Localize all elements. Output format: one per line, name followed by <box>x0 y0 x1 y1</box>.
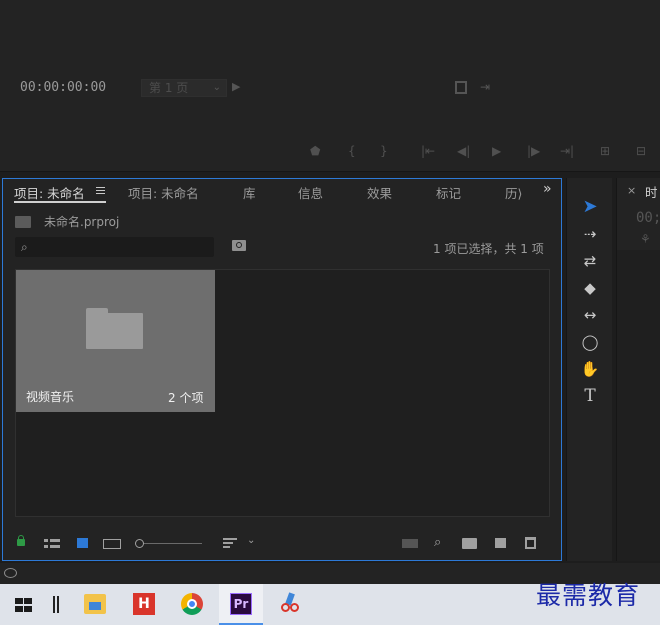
playhead-timecode[interactable]: 00:00:00:00 <box>20 80 106 95</box>
taskbar-premiere[interactable]: Pr <box>219 584 263 625</box>
bin-tile[interactable]: 视频音乐 2 个项 <box>16 270 215 412</box>
overwrite-icon[interactable]: ⊟ <box>636 144 646 158</box>
program-monitor: 00:00:00:00 第 1 页 ⌄ ▶ ⇥ ⬟ { } |⇤ ◀| ▶ |▶… <box>0 0 660 172</box>
trash-icon[interactable] <box>525 537 536 549</box>
new-bin-icon[interactable] <box>462 538 477 549</box>
tab-timeline[interactable]: 时 <box>645 182 658 201</box>
sort-icon[interactable] <box>223 538 237 549</box>
timeline-panel: × 时 00;0 ⚘ <box>616 178 660 561</box>
lock-icon[interactable] <box>17 535 25 546</box>
premiere-pro-icon: Pr <box>230 593 252 615</box>
bin-item-count: 2 个项 <box>168 391 204 405</box>
slip-tool-icon[interactable]: ↔ <box>578 304 602 326</box>
selection-tool-icon[interactable]: ➤ <box>578 196 602 218</box>
track-select-tool-icon[interactable]: ⇢ <box>578 223 602 245</box>
watermark-text: 最需教育 <box>536 581 641 610</box>
bin-name: 视频音乐 <box>26 390 75 404</box>
find-icon[interactable]: ⌕ <box>434 535 441 550</box>
file-explorer-icon <box>84 594 106 614</box>
project-file-name: 未命名.prproj <box>44 215 120 229</box>
task-view-icon[interactable] <box>53 596 59 613</box>
mark-out-icon[interactable]: } <box>380 144 388 158</box>
ellipse-tool-icon[interactable]: ◯ <box>578 331 602 353</box>
timeline-timecode[interactable]: 00;0 <box>636 210 660 226</box>
export-frame-icon[interactable] <box>455 81 467 94</box>
close-icon[interactable]: × <box>627 184 636 197</box>
search-icon: ⌕ <box>21 240 28 254</box>
timeline-track-area <box>617 250 660 561</box>
play-icon[interactable]: ▶ <box>492 144 501 158</box>
chrome-icon <box>181 593 203 615</box>
razor-tool-icon[interactable]: ◆ <box>578 277 602 299</box>
tools-panel: ➤ ⇢ ⇄ ◆ ↔ ◯ ✋ T <box>566 178 612 561</box>
windows-start-icon[interactable] <box>15 598 32 612</box>
selection-status: 1 项已选择，共 1 项 <box>433 242 544 256</box>
automate-to-sequence-icon[interactable] <box>402 539 418 548</box>
page-dropdown-value: 第 1 页 <box>149 81 189 95</box>
chevron-down-icon[interactable]: ⌄ <box>247 535 255 546</box>
ripple-edit-tool-icon[interactable]: ⇄ <box>578 250 602 272</box>
taskbar-tool-app[interactable] <box>268 584 312 625</box>
icon-view-icon[interactable] <box>77 538 88 548</box>
hbuilder-icon: H <box>133 593 155 615</box>
type-tool-icon[interactable]: T <box>578 385 602 407</box>
tab-overflow-icon[interactable]: » <box>543 181 552 197</box>
taskbar-explorer[interactable] <box>73 584 117 625</box>
project-item-grid: 视频音乐 2 个项 <box>15 269 550 517</box>
project-panel: 项目: 未命名 项目: 未命名 库 信息 效果 标记 历⟩ » 未命名.prpr… <box>2 178 562 561</box>
page-dropdown[interactable]: 第 1 页 ⌄ <box>141 79 227 97</box>
freeform-view-icon[interactable] <box>103 539 121 549</box>
tab-effects[interactable]: 效果 <box>367 183 392 202</box>
search-input[interactable]: ⌕ <box>15 237 214 257</box>
active-tab-underline <box>14 201 106 203</box>
new-search-bin-icon[interactable] <box>232 240 246 251</box>
insert-icon[interactable]: ⊞ <box>600 144 610 158</box>
snipping-tool-icon <box>279 592 301 615</box>
list-view-icon[interactable] <box>44 539 60 549</box>
go-to-in-icon[interactable]: |⇤ <box>421 144 435 158</box>
chevron-down-icon: ⌄ <box>212 82 221 93</box>
tab-libraries[interactable]: 库 <box>243 183 256 202</box>
app-window: 00:00:00:00 第 1 页 ⌄ ▶ ⇥ ⬟ { } |⇤ ◀| ▶ |▶… <box>0 0 660 625</box>
tab-history[interactable]: 历⟩ <box>505 183 522 202</box>
status-icon[interactable] <box>4 568 17 578</box>
zoom-slider-handle[interactable] <box>135 539 144 548</box>
tab-project[interactable]: 项目: 未命名 <box>128 183 199 202</box>
new-item-icon[interactable] <box>495 538 506 548</box>
page-play-icon[interactable]: ▶ <box>232 80 240 93</box>
step-forward-icon[interactable]: |▶ <box>527 144 540 158</box>
panel-menu-icon[interactable] <box>96 187 105 196</box>
project-folder-icon <box>15 216 31 228</box>
step-back-icon[interactable]: ◀| <box>457 144 470 158</box>
snap-icon[interactable]: ⚘ <box>640 232 651 246</box>
go-to-out-icon[interactable]: ⇥| <box>560 144 574 158</box>
taskbar-chrome[interactable] <box>170 584 214 625</box>
hand-tool-icon[interactable]: ✋ <box>578 358 602 380</box>
settings-icon[interactable]: ⇥ <box>480 80 490 94</box>
folder-icon <box>86 308 143 349</box>
tab-markers[interactable]: 标记 <box>436 183 461 202</box>
add-marker-icon[interactable]: ⬟ <box>310 144 320 158</box>
tab-info[interactable]: 信息 <box>298 183 323 202</box>
zoom-slider[interactable] <box>136 543 202 544</box>
taskbar-hbuilder[interactable]: H <box>122 584 166 625</box>
tab-project-active[interactable]: 项目: 未命名 <box>14 183 85 202</box>
mark-in-icon[interactable]: { <box>348 144 356 158</box>
